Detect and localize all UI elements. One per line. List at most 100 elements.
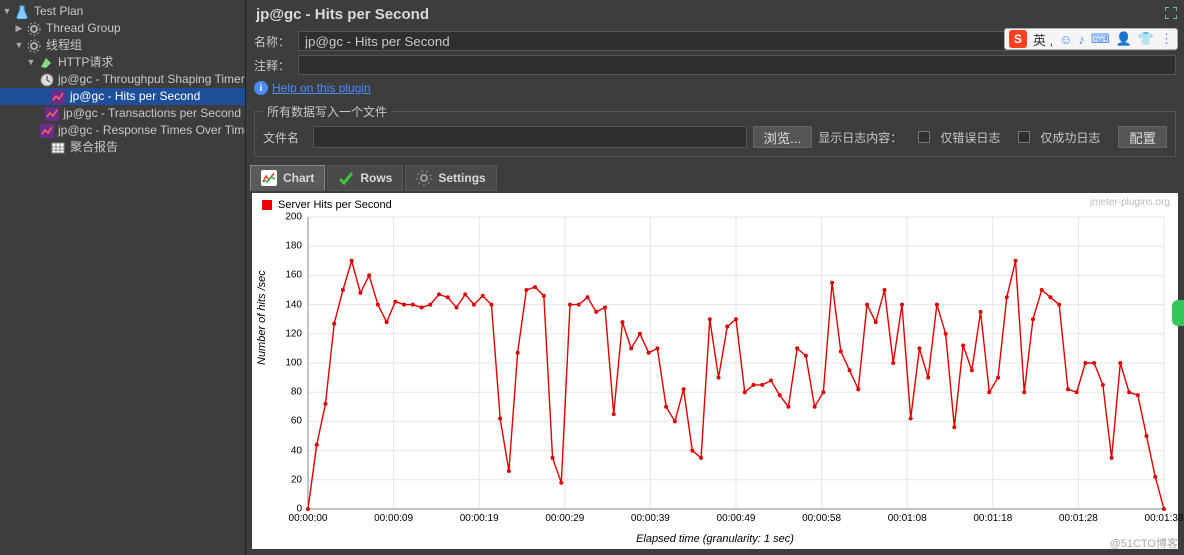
tab-label: Settings [438,171,485,185]
tree-item-label: 线程组 [46,37,82,54]
ime-icon-2[interactable]: ⌨ [1091,31,1110,47]
tree-item-6[interactable]: jp@gc - Transactions per Second [0,105,245,122]
ime-icon-1[interactable]: ♪ [1078,32,1085,47]
y-tick: 180 [285,241,302,252]
tree-item-label: Thread Group [46,20,121,37]
chart-icon [261,170,277,186]
comment-label: 注释： [254,57,298,74]
tabbar: Chart Rows Settings [246,163,1184,193]
http-icon [38,55,54,71]
legend-label: Server Hits per Second [278,199,392,211]
ime-logo-icon[interactable]: S [1009,30,1027,48]
x-tick: 00:00:09 [374,513,413,524]
tab-label: Chart [283,171,314,185]
y-tick: 40 [291,445,302,456]
chart-icon [40,123,54,139]
browse-button[interactable]: 浏览... [753,126,813,148]
only-error-label: 仅错误日志 [940,129,1000,146]
x-tick: 00:01:18 [973,513,1012,524]
file-group: 所有数据写入一个文件 文件名 浏览... 显示日志内容： 仅错误日志 仅成功日志… [254,103,1176,157]
chart-legend: Server Hits per Second [262,199,392,211]
maximize-icon[interactable] [1164,6,1178,20]
x-tick: 00:00:29 [545,513,584,524]
plugin-watermark: jmeter-plugins.org [1090,197,1170,208]
gear-icon [416,170,432,186]
tree-item-label: HTTP请求 [58,54,113,71]
x-tick: 00:00:19 [460,513,499,524]
comment-input[interactable] [298,55,1176,75]
tree-item-8[interactable]: 聚合报告 [0,139,245,156]
legend-swatch [262,200,272,210]
chart-icon [45,106,59,122]
ime-icon-4[interactable]: 👕 [1138,31,1154,47]
file-group-legend: 所有数据写入一个文件 [263,103,391,120]
plot: 02040608010012014016018020000:00:0000:00… [308,217,1164,509]
clock-icon [40,72,54,88]
ime-toolbar[interactable]: S 英 , ☺ ♪ ⌨ 👤 👕 ⋮ [1004,28,1178,50]
y-tick: 160 [285,270,302,281]
chart-icon [50,89,66,105]
x-tick: 00:01:28 [1059,513,1098,524]
info-icon: i [254,81,268,95]
tree-item-label: jp@gc - Hits per Second [70,88,200,105]
tree-toggle-icon[interactable]: ▶ [14,20,24,37]
name-label: 名称： [254,33,298,50]
help-link[interactable]: Help on this plugin [272,81,371,95]
y-tick: 100 [285,358,302,369]
y-tick: 140 [285,299,302,310]
log-content-label: 显示日志内容： [818,129,902,146]
y-tick: 60 [291,416,302,427]
tree-panel: ▼Test Plan▶Thread Group▼线程组▼HTTP请求jp@gc … [0,0,246,555]
ime-icon-0[interactable]: ☺ [1059,32,1072,47]
tab-chart[interactable]: Chart [250,165,325,191]
check-icon [338,170,354,186]
tab-label: Rows [360,171,392,185]
page-watermark: @51CTO博客 [1110,535,1178,551]
x-tick: 00:00:49 [717,513,756,524]
y-tick: 200 [285,212,302,223]
ime-lang[interactable]: 英 , [1033,30,1053,49]
gear-icon [26,38,42,54]
x-tick: 00:01:08 [888,513,927,524]
y-axis-label: Number of hits /sec [256,270,268,365]
x-tick: 00:00:58 [802,513,841,524]
gear-icon [26,21,42,37]
flask-icon [14,4,30,20]
tab-rows[interactable]: Rows [327,165,403,191]
config-button[interactable]: 配置 [1118,126,1167,148]
tree-item-2[interactable]: ▼ 线程组 [0,37,245,54]
tree-toggle-icon[interactable]: ▼ [14,37,24,54]
x-tick: 00:00:39 [631,513,670,524]
tab-settings[interactable]: Settings [405,165,496,191]
tree-toggle-icon[interactable]: ▼ [2,3,12,20]
tree-item-label: jp@gc - Response Times Over Time [58,122,246,139]
chart-area: Server Hits per Second jmeter-plugins.or… [252,193,1178,549]
tree-toggle-icon[interactable]: ▼ [26,54,36,71]
x-tick: 00:00:00 [289,513,328,524]
panel-title: jp@gc - Hits per Second [246,0,1184,31]
y-tick: 80 [291,387,302,398]
only-error-checkbox[interactable] [918,131,930,143]
ime-icon-5[interactable]: ⋮ [1160,31,1173,47]
filename-label: 文件名 [263,129,307,146]
tree-item-label: jp@gc - Transactions per Second [63,105,241,122]
tree-item-label: 聚合报告 [70,139,118,156]
x-axis-label: Elapsed time (granularity: 1 sec) [252,533,1178,545]
tree-item-3[interactable]: ▼ HTTP请求 [0,54,245,71]
table-icon [50,140,66,156]
x-tick: 00:01:38 [1145,513,1184,524]
only-success-checkbox[interactable] [1018,131,1030,143]
y-tick: 20 [291,474,302,485]
tree-item-7[interactable]: jp@gc - Response Times Over Time [0,122,245,139]
main-panel: jp@gc - Hits per Second 名称： 注释： i Help o… [246,0,1184,555]
tree-item-1[interactable]: ▶ Thread Group [0,20,245,37]
tree-item-label: jp@gc - Throughput Shaping Timer [58,71,245,88]
tree-item-0[interactable]: ▼ Test Plan [0,3,245,20]
ime-icon-3[interactable]: 👤 [1116,31,1132,47]
y-tick: 120 [285,328,302,339]
side-badge[interactable] [1172,300,1184,326]
tree-item-5[interactable]: jp@gc - Hits per Second [0,88,245,105]
tree-item-label: Test Plan [34,3,83,20]
filename-input[interactable] [313,126,747,148]
tree-item-4[interactable]: jp@gc - Throughput Shaping Timer [0,71,245,88]
